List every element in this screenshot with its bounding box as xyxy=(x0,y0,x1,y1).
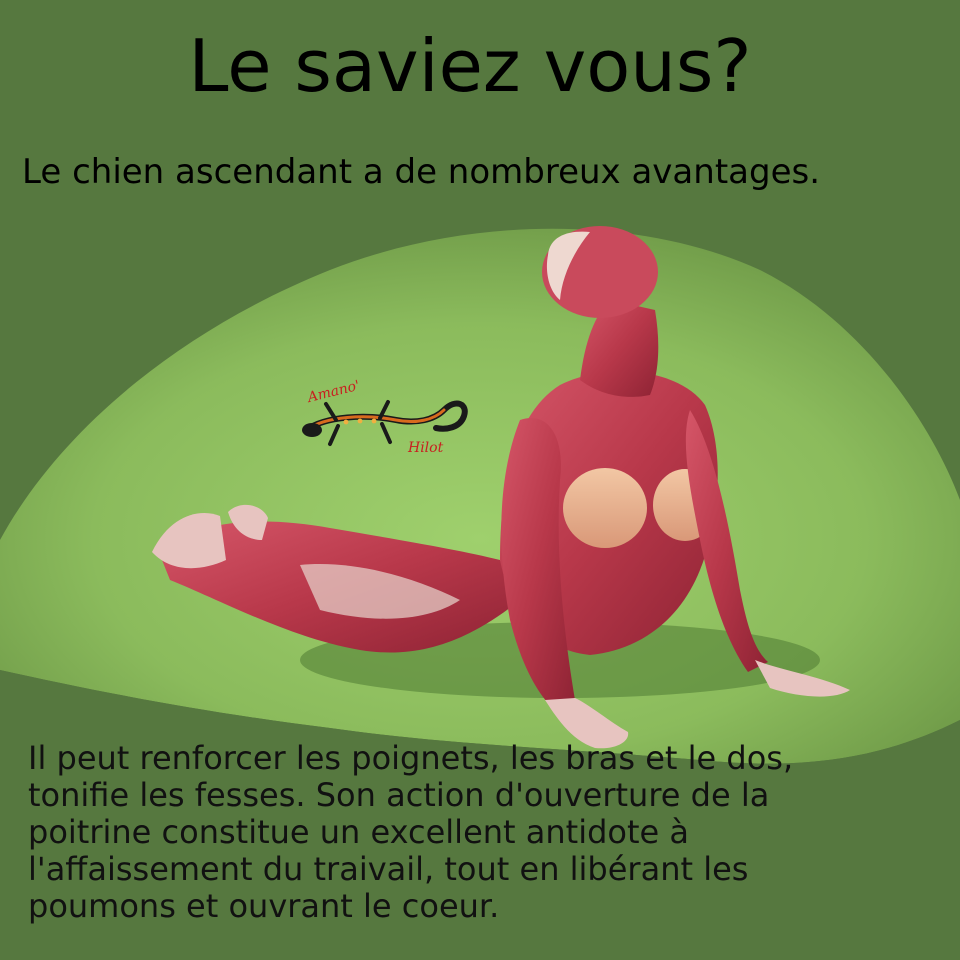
body-line: Il peut renforcer les poignets, les bras… xyxy=(28,739,794,777)
gecko-icon xyxy=(302,400,468,446)
body-line: poumons et ouvrant le coeur. xyxy=(28,887,500,925)
poster: Le saviez vous? Le chien ascendant a de … xyxy=(0,0,960,960)
body-line: poitrine constitue un excellent antidote… xyxy=(28,813,689,851)
body-line: tonifie les fesses. Son action d'ouvertu… xyxy=(28,776,770,814)
logo-text-bottom: Hilot xyxy=(408,440,444,456)
body-paragraph: Il peut renforcer les poignets, les bras… xyxy=(28,740,948,925)
amano-hilot-logo: Amano' Hilot xyxy=(296,378,476,466)
body-line: l'affaissement du traivail, tout en libé… xyxy=(28,850,749,888)
